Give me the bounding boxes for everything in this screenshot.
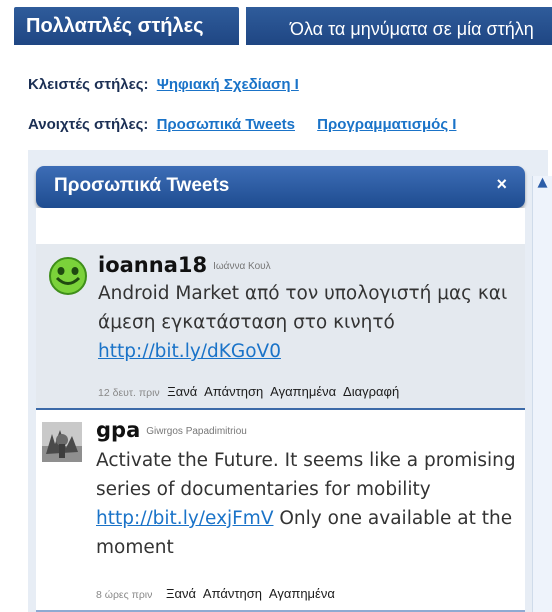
photo-avatar-icon[interactable] [42,422,82,462]
tweet-link[interactable]: http://bit.ly/dKGoV0 [98,341,281,362]
open-columns-row: Ανοιχτές στήλες: Προσωπικά Tweets Προγρα… [28,116,456,133]
delete-button[interactable]: Διαγραφή [343,384,399,399]
tweet-time: 8 ώρες πριν [96,589,153,601]
tweet-link[interactable]: http://bit.ly/exjFmV [96,508,273,529]
tweet-meta: 8 ώρες πριν Ξανά Απάντηση Αγαπημένα [96,586,339,601]
view-tabs: Πολλαπλές στήλες Όλα τα μηνύματα σε μία … [14,0,552,46]
panel-title: Προσωπικά Tweets [54,175,230,196]
tweet-item: ioanna18 Ιωάννα Κουλ Android Market από τ… [36,244,525,410]
retweet-button[interactable]: Ξανά [166,586,196,601]
vertical-scrollbar[interactable]: ▲ [532,176,552,612]
open-column-link[interactable]: Προγραμματισμός Ι [317,116,456,133]
tweet-meta: 12 δευτ. πριν Ξανά Απάντηση Αγαπημένα Δι… [98,384,403,399]
open-column-link[interactable]: Προσωπικά Tweets [157,116,295,133]
tweet-text: Android Market από τον υπολογιστή μας κα… [98,279,528,366]
smiley-avatar-icon[interactable] [48,256,88,296]
tweet-list: ioanna18 Ιωάννα Κουλ Android Market από τ… [36,208,525,612]
open-columns-label: Ανοιχτές στήλες: [28,116,149,133]
close-icon[interactable]: × [496,174,507,195]
retweet-button[interactable]: Ξανά [167,384,197,399]
username-text[interactable]: gpa [96,418,140,442]
tweet-full-name: Giwrgos Papadimitriou [146,426,247,437]
reply-button[interactable]: Απάντηση [203,586,262,601]
tweet-username[interactable]: ioanna18 Ιωάννα Κουλ [98,253,271,277]
tab-single-column[interactable]: Όλα τα μηνύματα σε μία στήλη [246,7,552,45]
tweet-text: Activate the Future. It seems like a pro… [96,446,526,562]
tweet-time: 12 δευτ. πριν [98,387,160,399]
column-panel: Προσωπικά Tweets × ioanna18 Ιωάννα Κουλ [36,166,532,612]
tweet-full-name: Ιωάννα Κουλ [213,261,271,272]
tweet-text-part: Activate the Future. It seems like a pro… [96,450,516,500]
closed-columns-label: Κλειστές στήλες: [28,76,149,93]
tweet-item: gpa Giwrgos Papadimitriou Activate the Fu… [36,410,525,612]
tweet-text-part: Android Market από τον υπολογιστή μας κα… [98,283,508,333]
panel-header: Προσωπικά Tweets × [36,166,525,208]
page: Πολλαπλές στήλες Όλα τα μηνύματα σε μία … [0,0,552,612]
reply-button[interactable]: Απάντηση [204,384,263,399]
scroll-up-arrow-icon[interactable]: ▲ [533,176,552,192]
closed-columns-row: Κλειστές στήλες: Ψηφιακή Σχεδίαση Ι [28,76,299,93]
favorite-button[interactable]: Αγαπημένα [269,586,335,601]
favorite-button[interactable]: Αγαπημένα [270,384,336,399]
username-text[interactable]: ioanna18 [98,253,207,277]
tab-multiple-columns[interactable]: Πολλαπλές στήλες [14,7,239,45]
closed-column-link[interactable]: Ψηφιακή Σχεδίαση Ι [157,76,299,93]
tweet-username[interactable]: gpa Giwrgos Papadimitriou [96,418,247,442]
